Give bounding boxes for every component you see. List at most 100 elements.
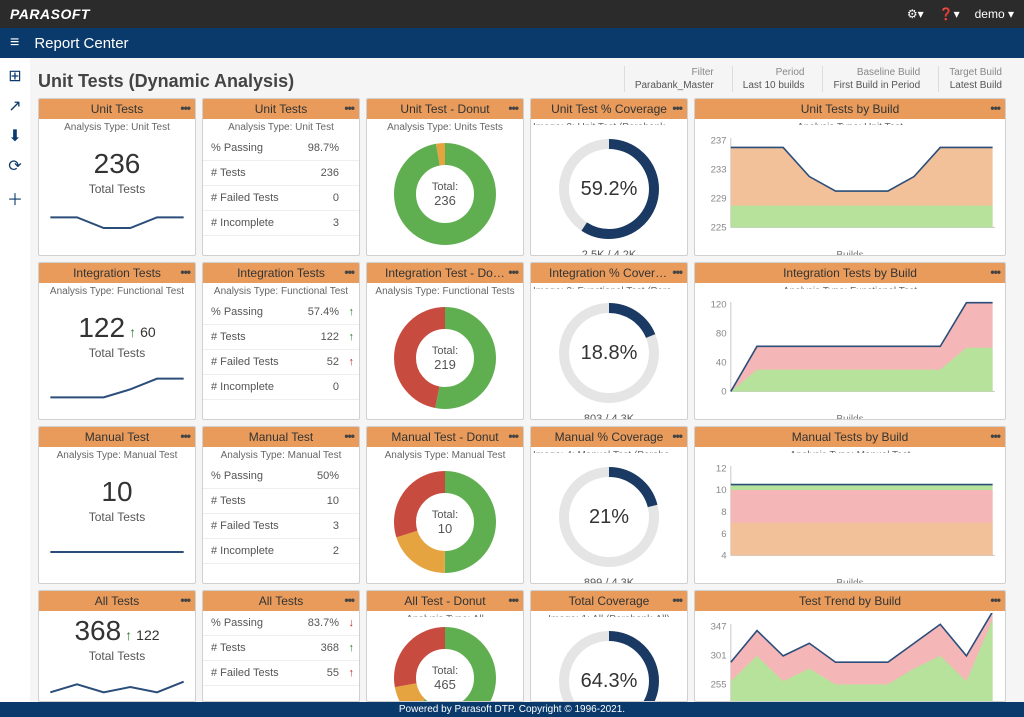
widget-menu-icon[interactable]: •••: [344, 429, 354, 443]
brand-logo: PARASOFT: [10, 6, 90, 22]
widget-subtitle: Analysis Type: Functional Test: [39, 283, 195, 300]
count-body: 236 Total Tests: [39, 136, 195, 255]
widget-subtitle: Analysis Type: Functional Tests: [367, 283, 523, 297]
svg-text:255: 255: [711, 680, 727, 691]
stat-row: # Incomplete2: [203, 539, 359, 564]
widget-header: Unit Tests•••: [203, 99, 359, 119]
count-value: 10: [101, 476, 132, 508]
widget-subtitle: Analysis Type: Units Tests: [367, 119, 523, 133]
stat-row: % Passing83.7%↓: [203, 611, 359, 636]
count-value: 122: [78, 312, 125, 344]
widget-header: Unit Tests by Build•••: [695, 99, 1005, 119]
widget-menu-icon[interactable]: •••: [180, 429, 190, 443]
widget-header: Test Trend by Build•••: [695, 591, 1005, 611]
widget-menu-icon[interactable]: •••: [180, 593, 190, 607]
donut-chart: Total:465: [390, 623, 500, 702]
stat-row: % Passing50%: [203, 464, 359, 489]
footer: Powered by Parasoft DTP. Copyright © 199…: [0, 702, 1024, 717]
widget-menu-icon[interactable]: •••: [508, 429, 518, 443]
filter-box[interactable]: FilterParabank_Master: [624, 66, 724, 92]
svg-text:40: 40: [716, 358, 727, 369]
topbar: PARASOFT ⚙▾ ❓▾ demo ▾: [0, 0, 1024, 28]
widget-menu-icon[interactable]: •••: [344, 101, 354, 115]
widget-menu-icon[interactable]: •••: [672, 101, 682, 115]
filter-box[interactable]: PeriodLast 10 builds: [732, 66, 815, 92]
widget-header: All Test - Donut•••: [367, 591, 523, 611]
area-chart: 225229233237 Builds: [695, 125, 1005, 256]
gauge-body: 59.2% 2.5K / 4.2K Parabank_SA-UT_3-12-20…: [531, 125, 687, 256]
widget-header: Unit Test % Coverage•••: [531, 99, 687, 119]
svg-text:301: 301: [711, 650, 727, 661]
widget-subtitle: Analysis Type: Functional Test: [203, 283, 359, 300]
svg-text:8: 8: [721, 507, 726, 518]
download-icon[interactable]: ⬇: [8, 126, 21, 146]
widget-header: Integration Tests•••: [203, 263, 359, 283]
widget-header: Manual % Coverage•••: [531, 427, 687, 447]
svg-text:4: 4: [721, 551, 727, 562]
count-body: 368↑122 Total Tests: [39, 611, 195, 702]
user-menu[interactable]: demo ▾: [975, 7, 1014, 21]
widget-menu-icon[interactable]: •••: [672, 429, 682, 443]
count-body: 10 Total Tests: [39, 464, 195, 583]
stat-row: # Tests236: [203, 161, 359, 186]
stat-row: # Failed Tests3: [203, 514, 359, 539]
widget-menu-icon[interactable]: •••: [990, 429, 1000, 443]
count-value: 236: [94, 148, 141, 180]
widget-header: Manual Test - Donut•••: [367, 427, 523, 447]
help-icon[interactable]: ❓▾: [939, 7, 960, 21]
widget-header: Unit Tests•••: [39, 99, 195, 119]
gauge-body: 21% 899 / 4.3K Parabank_SA-UT_3-12-2020: [531, 453, 687, 584]
widget: Unit Tests••• Analysis Type: Unit Test %…: [202, 98, 360, 256]
svg-text:12: 12: [716, 463, 727, 474]
stat-row: % Passing57.4%↑: [203, 300, 359, 325]
widget-menu-icon[interactable]: •••: [180, 101, 190, 115]
widget-menu-icon[interactable]: •••: [344, 593, 354, 607]
donut-chart: Total:219: [390, 303, 500, 413]
widget: Manual Test••• Analysis Type: Manual Tes…: [202, 426, 360, 584]
stat-row: % Passing98.7%: [203, 136, 359, 161]
widget-menu-icon[interactable]: •••: [672, 593, 682, 607]
widget-menu-icon[interactable]: •••: [508, 101, 518, 115]
refresh-icon[interactable]: ⟳: [8, 156, 21, 176]
widget-menu-icon[interactable]: •••: [508, 593, 518, 607]
widget-subtitle: Analysis Type: Unit Test: [39, 119, 195, 136]
export-icon[interactable]: ↗: [8, 96, 21, 116]
widget-menu-icon[interactable]: •••: [990, 101, 1000, 115]
gear-icon[interactable]: ⚙▾: [907, 7, 924, 21]
plus-icon[interactable]: ＋: [7, 186, 23, 210]
stat-row: # Tests10: [203, 489, 359, 514]
filter-box[interactable]: Baseline BuildFirst Build in Period: [822, 66, 930, 92]
filters: FilterParabank_Master PeriodLast 10 build…: [624, 66, 1012, 92]
widget: All Tests••• 368↑122 Total Tests: [38, 590, 196, 702]
widget: All Tests••• % Passing83.7%↓# Tests368↑#…: [202, 590, 360, 702]
widget-subtitle: Analysis Type: Manual Test: [367, 447, 523, 461]
widget: Integration Tests by Build••• Analysis T…: [694, 262, 1006, 420]
widget-menu-icon[interactable]: •••: [990, 265, 1000, 279]
menu-icon[interactable]: ≡: [10, 34, 19, 52]
widget-menu-icon[interactable]: •••: [344, 265, 354, 279]
widget: Integration % Covera…••• Image: 3: Funct…: [530, 262, 688, 420]
svg-text:347: 347: [711, 621, 727, 632]
svg-text:225: 225: [711, 223, 727, 234]
widget: Manual Tests by Build••• Analysis Type: …: [694, 426, 1006, 584]
widget: Total Coverage••• Image: 1: All (Paraban…: [530, 590, 688, 702]
count-label: Total Tests: [89, 346, 145, 360]
widget-header: Manual Tests by Build•••: [695, 427, 1005, 447]
widget-header: Manual Test•••: [39, 427, 195, 447]
widget-menu-icon[interactable]: •••: [990, 593, 1000, 607]
widget-menu-icon[interactable]: •••: [672, 265, 682, 279]
widget-grid: Unit Tests••• Analysis Type: Unit Test 2…: [38, 98, 1012, 702]
gauge-chart: 64.3%: [549, 621, 669, 702]
filter-box[interactable]: Target BuildLatest Build: [938, 66, 1012, 92]
add-icon[interactable]: ⊞: [8, 66, 21, 86]
stats-table: % Passing98.7%# Tests236# Failed Tests0#…: [203, 136, 359, 236]
navbar: ≡ Report Center: [0, 28, 1024, 58]
count-value: 368: [74, 615, 121, 647]
svg-text:6: 6: [721, 529, 726, 540]
widget-menu-icon[interactable]: •••: [508, 265, 518, 279]
widget-header: Integration % Covera…•••: [531, 263, 687, 283]
stat-row: # Failed Tests55↑: [203, 661, 359, 686]
widget-header: Integration Tests by Build•••: [695, 263, 1005, 283]
widget-menu-icon[interactable]: •••: [180, 265, 190, 279]
widget: Unit Test - Donut••• Analysis Type: Unit…: [366, 98, 524, 256]
